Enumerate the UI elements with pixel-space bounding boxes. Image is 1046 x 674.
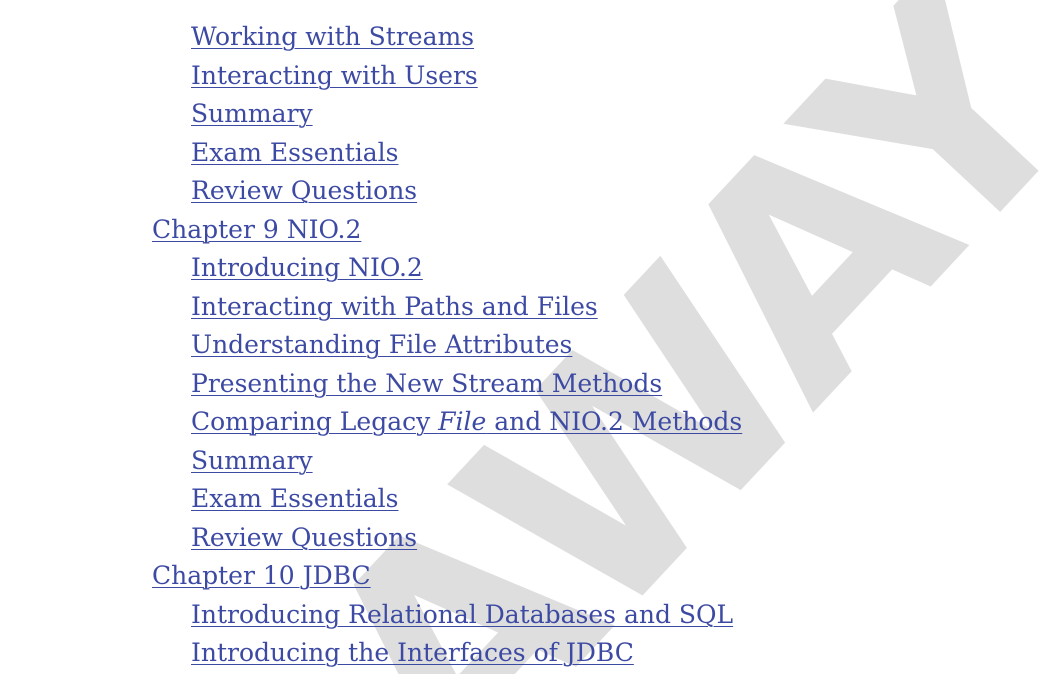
toc-section-row: Introducing NIO.2 <box>0 249 1046 288</box>
toc-link-section[interactable]: Comparing Legacy File and NIO.2 Methods <box>191 407 742 436</box>
toc-link-section[interactable]: Working with Streams <box>191 22 474 51</box>
toc-section-row: Review Questions <box>0 519 1046 558</box>
toc-link-section[interactable]: Understanding File Attributes <box>191 330 572 359</box>
toc-section-row: Exam Essentials <box>0 134 1046 173</box>
toc-link-section[interactable]: Interacting with Users <box>191 61 478 90</box>
toc-chapter-row: Chapter 9 NIO.2 <box>0 211 1046 250</box>
toc-link-chapter[interactable]: Chapter 9 NIO.2 <box>152 215 361 244</box>
toc-link-chapter[interactable]: Chapter 10 JDBC <box>152 561 371 590</box>
toc-link-section[interactable]: Summary <box>191 446 313 475</box>
table-of-contents: Working with Streams Interacting with Use… <box>0 0 1046 674</box>
toc-section-row: Introducing the Interfaces of JDBC <box>0 634 1046 673</box>
toc-section-row: Interacting with Users <box>0 57 1046 96</box>
toc-link-section[interactable]: Introducing NIO.2 <box>191 253 423 282</box>
toc-section-row: Interacting with Paths and Files <box>0 288 1046 327</box>
toc-link-section[interactable]: Exam Essentials <box>191 138 398 167</box>
toc-link-section[interactable]: Review Questions <box>191 523 417 552</box>
toc-chapter-row: Chapter 10 JDBC <box>0 557 1046 596</box>
toc-section-row: Understanding File Attributes <box>0 326 1046 365</box>
toc-section-row: Working with Streams <box>0 18 1046 57</box>
toc-link-text: and NIO.2 Methods <box>486 407 743 436</box>
toc-section-row: Presenting the New Stream Methods <box>0 365 1046 404</box>
toc-section-row: Summary <box>0 442 1046 481</box>
toc-link-section[interactable]: Interacting with Paths and Files <box>191 292 598 321</box>
toc-link-section[interactable]: Introducing Relational Databases and SQL <box>191 600 733 629</box>
toc-section-row: Summary <box>0 95 1046 134</box>
toc-link-section[interactable]: Exam Essentials <box>191 484 398 513</box>
toc-link-text: Comparing Legacy <box>191 407 439 436</box>
toc-section-row: Exam Essentials <box>0 480 1046 519</box>
toc-link-emphasis: File <box>438 407 487 436</box>
toc-link-section[interactable]: Review Questions <box>191 176 417 205</box>
toc-link-section[interactable]: Summary <box>191 99 313 128</box>
toc-section-row: Comparing Legacy File and NIO.2 Methods <box>0 403 1046 442</box>
toc-section-row: Review Questions <box>0 172 1046 211</box>
toc-link-section[interactable]: Presenting the New Stream Methods <box>191 369 662 398</box>
toc-section-row: Introducing Relational Databases and SQL <box>0 596 1046 635</box>
toc-link-section[interactable]: Introducing the Interfaces of JDBC <box>191 638 634 667</box>
